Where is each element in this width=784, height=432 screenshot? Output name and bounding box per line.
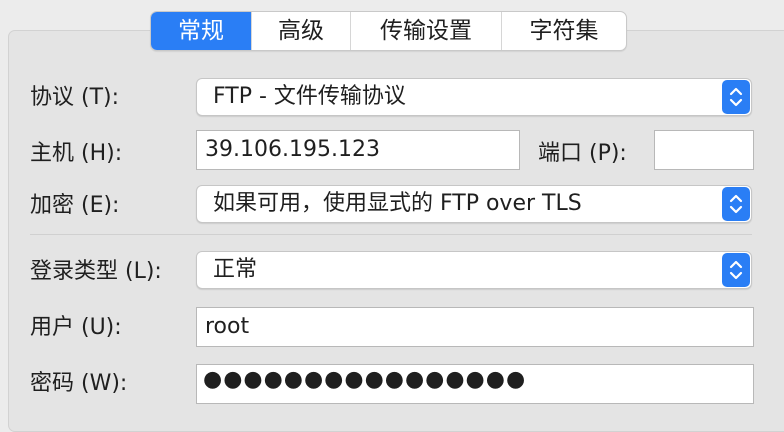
logon-type-select-value: 正常: [213, 257, 258, 282]
tab-transfer-settings[interactable]: 传输设置: [350, 12, 501, 50]
tab-general[interactable]: 常规: [151, 12, 251, 50]
logon-type-select[interactable]: 正常: [196, 251, 752, 289]
logon-type-label: 登录类型 (L):: [30, 259, 162, 284]
tab-bar: 常规 高级 传输设置 字符集: [150, 11, 627, 51]
host-label: 主机 (H):: [30, 141, 123, 166]
encryption-select[interactable]: 如果可用，使用显式的 FTP over TLS: [196, 185, 752, 223]
user-field-value: root: [205, 314, 250, 339]
host-field[interactable]: 39.106.195.123: [196, 130, 520, 170]
chevron-up-down-icon: [722, 253, 750, 287]
encryption-label: 加密 (E):: [30, 193, 120, 218]
user-field[interactable]: root: [196, 307, 754, 347]
password-field[interactable]: ●●●●●●●●●●●●●●●●: [196, 364, 754, 404]
port-label: 端口 (P):: [538, 141, 627, 166]
chevron-up-down-icon: [722, 187, 750, 221]
password-field-value: ●●●●●●●●●●●●●●●●: [203, 367, 527, 392]
host-field-value: 39.106.195.123: [205, 137, 380, 162]
user-label: 用户 (U):: [30, 315, 122, 340]
port-field[interactable]: [654, 130, 754, 170]
tab-charset[interactable]: 字符集: [501, 12, 626, 50]
tab-advanced[interactable]: 高级: [251, 12, 350, 50]
password-label: 密码 (W):: [30, 371, 128, 396]
encryption-select-value: 如果可用，使用显式的 FTP over TLS: [213, 191, 582, 216]
section-divider: [30, 234, 752, 235]
protocol-label: 协议 (T):: [30, 85, 120, 110]
chevron-up-down-icon: [722, 80, 750, 114]
protocol-select[interactable]: FTP - 文件传输协议: [196, 78, 752, 116]
protocol-select-value: FTP - 文件传输协议: [213, 84, 406, 109]
